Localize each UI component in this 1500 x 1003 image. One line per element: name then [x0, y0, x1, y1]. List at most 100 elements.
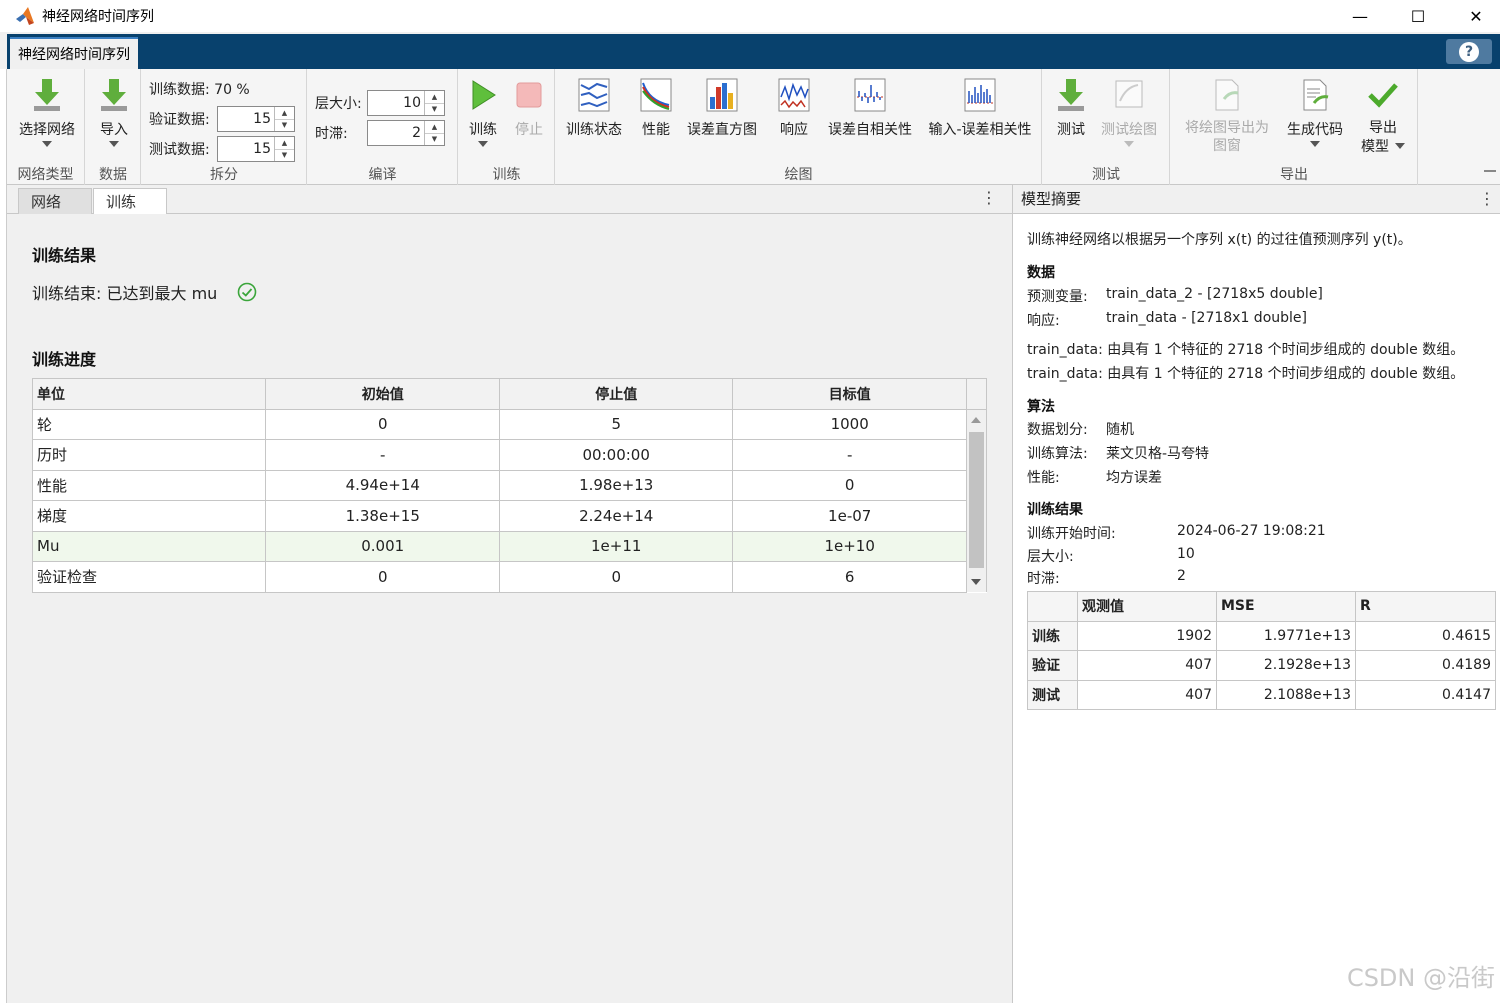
table-scrollbar-track[interactable] — [967, 410, 986, 591]
matlab-logo-icon — [16, 7, 34, 25]
select-network-button[interactable]: 选择网络 — [15, 77, 79, 147]
spin-down-icon[interactable]: ▼ — [425, 132, 444, 146]
close-button[interactable]: ✕ — [1446, 0, 1500, 32]
column-header[interactable]: 初始值 — [265, 378, 500, 410]
training-panel: 训练结果 训练结束: 已达到最大 mu 训练进度 单位 初始值 停止值 目标值 … — [7, 214, 1012, 1003]
table-cell: 1.9771e+13 — [1216, 620, 1356, 651]
performance-button[interactable]: 性能 — [636, 77, 676, 139]
training-algorithm-value: 莱文贝格-马夸特 — [1106, 446, 1210, 462]
predictor-value: train_data_2 - [2718x5 double] — [1106, 286, 1323, 302]
import-button[interactable]: 导入 — [96, 77, 132, 147]
table-row: 测试 407 2.1088e+13 0.4147 — [1027, 679, 1496, 710]
table-cell: 1.98e+13 — [498, 469, 734, 501]
table-cell: 00:00:00 — [498, 439, 734, 471]
test-plot-label: 测试绘图 — [1101, 122, 1157, 138]
training-algorithm-row: 训练算法: 莱文贝格-马夸特 — [1027, 443, 1209, 463]
left-edge — [0, 69, 7, 1003]
table-cell: 1e+11 — [498, 530, 734, 562]
spin-up-icon[interactable]: ▲ — [425, 91, 444, 103]
export-figure-line2: 图窗 — [1213, 138, 1241, 154]
predictor-label: 预测变量: — [1027, 289, 1088, 305]
generate-code-icon — [1303, 79, 1329, 111]
stop-icon — [516, 82, 542, 108]
section-label: 编译 — [368, 167, 397, 183]
training-result-heading: 训练结果 — [32, 246, 97, 265]
generate-code-button[interactable]: 生成代码 — [1283, 77, 1347, 147]
column-header: R — [1355, 591, 1496, 622]
validation-spinner[interactable]: 15 ▲ ▼ — [217, 106, 295, 132]
section-network-type: 选择网络 网络类型 — [7, 69, 85, 185]
spin-up-icon[interactable]: ▲ — [425, 121, 444, 133]
table-cell: - — [732, 439, 967, 471]
table-cell: 历时 — [31, 439, 267, 471]
section-test: 测试 测试绘图 测试 — [1043, 69, 1170, 185]
section-data: 导入 数据 — [86, 69, 141, 185]
help-button[interactable]: ? — [1446, 39, 1492, 64]
test-plot-button[interactable]: 测试绘图 — [1097, 77, 1161, 147]
spin-down-icon[interactable]: ▼ — [275, 118, 294, 132]
error-histogram-button[interactable]: 误差直方图 — [682, 77, 762, 139]
response-button[interactable]: 响应 — [772, 77, 816, 139]
title-bar: 神经网络时间序列 — ☐ ✕ — [0, 0, 1500, 32]
start-time-row: 训练开始时间: 2024-06-27 19:08:21 — [1027, 523, 1326, 543]
table-row: 训练 1902 1.9771e+13 0.4615 — [1027, 620, 1496, 651]
table-row: 梯度 1.38e+15 2.24e+14 1e-07 — [31, 500, 987, 532]
minimize-button[interactable]: — — [1330, 0, 1390, 32]
collapse-toolstrip-icon[interactable] — [1484, 170, 1496, 180]
table-row-highlighted: Mu 0.001 1e+11 1e+10 — [31, 530, 987, 562]
stop-label: 停止 — [515, 122, 543, 138]
training-progress-heading: 训练进度 — [32, 350, 97, 369]
stop-button[interactable]: 停止 — [509, 77, 549, 139]
table-cell: 0 — [265, 561, 500, 593]
error-autocorrelation-button[interactable]: 误差自相关性 — [822, 77, 918, 139]
export-model-line1: 导出 — [1369, 120, 1397, 136]
column-header[interactable]: 目标值 — [732, 378, 967, 410]
section-label: 绘图 — [784, 167, 813, 183]
table-cell: 0.4147 — [1355, 679, 1496, 710]
input-error-correlation-label: 输入-误差相关性 — [928, 122, 1032, 138]
export-figure-button[interactable]: 将绘图导出为 图窗 — [1179, 77, 1275, 155]
test-spinner[interactable]: 15 ▲ ▼ — [217, 136, 295, 162]
response-label: 响应 — [780, 122, 808, 138]
tab-training[interactable]: 训练 — [93, 188, 167, 215]
column-header[interactable]: 停止值 — [498, 378, 734, 410]
validation-value[interactable]: 15 — [218, 107, 274, 131]
table-cell: 0 — [498, 561, 734, 593]
spin-down-icon[interactable]: ▼ — [425, 102, 444, 116]
maximize-button[interactable]: ☐ — [1388, 0, 1448, 32]
section-export: 将绘图导出为 图窗 生成代码 导出 模型 导出 — [1171, 69, 1418, 185]
train-button[interactable]: 训练 — [463, 77, 503, 147]
section-label: 拆分 — [210, 167, 238, 183]
app-tab[interactable]: 神经网络时间序列 — [10, 37, 138, 69]
test-value[interactable]: 15 — [218, 137, 274, 161]
table-header-row: 单位 初始值 停止值 目标值 — [31, 378, 988, 410]
import-arrow-icon — [34, 79, 60, 111]
scroll-up-icon[interactable] — [971, 417, 981, 423]
play-icon — [472, 80, 496, 110]
table-cell: 407 — [1077, 679, 1217, 710]
section-label: 测试 — [1092, 167, 1120, 183]
toolstrip: 选择网络 网络类型 导入 数据 训练数据: 70 % 验证数据: 15 ▲▼ — [7, 69, 1500, 185]
scroll-thumb[interactable] — [969, 432, 984, 568]
tab-network[interactable]: 网络 — [18, 188, 92, 214]
export-model-button[interactable]: 导出 模型 — [1355, 77, 1411, 157]
watermark: CSDN @沿街 — [1346, 964, 1495, 992]
export-figure-line1: 将绘图导出为 — [1185, 120, 1269, 136]
table-cell: Mu — [31, 530, 267, 562]
spin-up-icon[interactable]: ▲ — [275, 137, 294, 149]
train-state-button[interactable]: 训练状态 — [562, 77, 626, 139]
more-options-icon[interactable]: ⋮ — [1479, 189, 1495, 208]
performance-value: 均方误差 — [1106, 470, 1162, 486]
layer-size-value[interactable]: 10 — [368, 91, 424, 115]
table-row: 轮 0 5 1000 — [31, 408, 988, 592]
layer-size-spinner[interactable]: 10 ▲ ▼ — [367, 90, 445, 116]
test-button[interactable]: 测试 — [1051, 77, 1091, 139]
delay-spinner[interactable]: 2 ▲ ▼ — [367, 120, 445, 146]
delay-value[interactable]: 2 — [368, 121, 424, 145]
spin-up-icon[interactable]: ▲ — [275, 107, 294, 119]
input-error-correlation-button[interactable]: 输入-误差相关性 — [924, 77, 1036, 139]
column-header[interactable]: 单位 — [31, 378, 267, 410]
spin-down-icon[interactable]: ▼ — [275, 148, 294, 162]
more-options-icon[interactable]: ⋮ — [981, 188, 997, 207]
scroll-down-icon[interactable] — [971, 579, 981, 585]
